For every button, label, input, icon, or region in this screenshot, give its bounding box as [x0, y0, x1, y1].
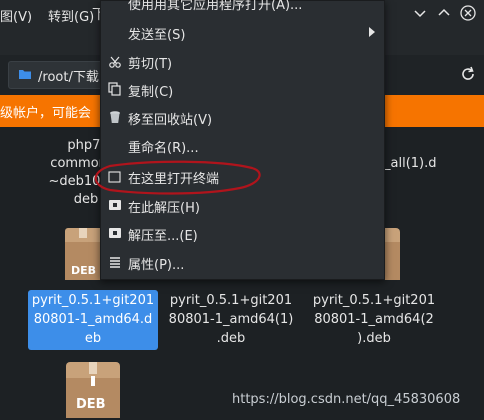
scissors-icon	[109, 56, 121, 68]
menu-item-copy-label: 复制(C)	[128, 85, 174, 100]
file-item-label[interactable]: _all(1).d	[384, 155, 464, 173]
properties-icon	[110, 257, 120, 268]
file-item-label[interactable]: pyrit_0.5.1+git201 80801-1_amd64(1) .deb	[166, 291, 296, 348]
menu-item-send-to-label: 发送至(S)	[128, 28, 186, 43]
menu-item-extract-to-label: 解压至...(E)	[128, 229, 198, 244]
selected-file-name: pyrit_0.5.1+git201 80801-1_amd64.d eb	[28, 291, 158, 348]
deb-label: DEB	[71, 264, 96, 277]
menu-item-open-with-label: 使用用其它应用程序打开(A)...	[128, 0, 303, 13]
folder-icon	[19, 70, 31, 79]
minimize-button[interactable]	[412, 5, 428, 21]
warning-banner-text: 级帐户，可能会	[0, 106, 92, 121]
menu-item-cut-label: 剪切(T)	[128, 57, 173, 72]
location-path: /root/下载	[38, 70, 99, 85]
deb-package-icon[interactable]: DEB	[66, 362, 120, 418]
file-name-line: pyrit_0.5.1+git201	[31, 293, 155, 308]
menu-item-trash-label: 移至回收站(V)	[128, 113, 213, 128]
maximize-button[interactable]	[436, 5, 452, 21]
trash-icon	[110, 111, 120, 123]
file-name-line: 80801-1_amd64.d	[33, 312, 153, 327]
file-name-line: _all(1).d	[384, 156, 437, 171]
file-item-label[interactable]: pyrit_0.5.1+git201 80801-1_amd64(2 ).deb	[304, 291, 444, 348]
close-button[interactable]	[460, 5, 476, 21]
copy-icon	[108, 82, 121, 96]
deb-label: DEB	[76, 397, 106, 412]
file-name-line: ).deb	[357, 331, 391, 346]
menu-goto[interactable]: 转到(G)	[48, 6, 94, 25]
file-name-line: 80801-1_amd64(1)	[168, 312, 294, 327]
submenu-arrow-icon	[369, 27, 375, 37]
file-name-line: pyrit_0.5.1+git201	[169, 293, 293, 308]
deb-package-icon[interactable]: DEB	[65, 228, 103, 280]
extract-here-icon	[109, 200, 121, 210]
file-name-line: eb	[84, 331, 102, 346]
file-name-line: 80801-1_amd64(2	[314, 312, 434, 327]
reload-icon[interactable]	[458, 64, 478, 84]
menu-item-rename-label: 重命名(R)...	[128, 141, 199, 156]
menu-view[interactable]: 图(V)	[0, 6, 32, 25]
menu-item-extract-here-label: 在此解压(H)	[128, 201, 200, 216]
watermark-text: https://blog.csdn.net/qq_45830608	[232, 392, 461, 407]
extract-to-icon	[109, 228, 121, 238]
file-name-line: .deb	[216, 331, 246, 346]
red-annotation-ellipse	[94, 160, 261, 195]
file-name-line: pyrit_0.5.1+git201	[312, 293, 436, 308]
menu-item-properties-label: 属性(P)...	[128, 258, 185, 273]
